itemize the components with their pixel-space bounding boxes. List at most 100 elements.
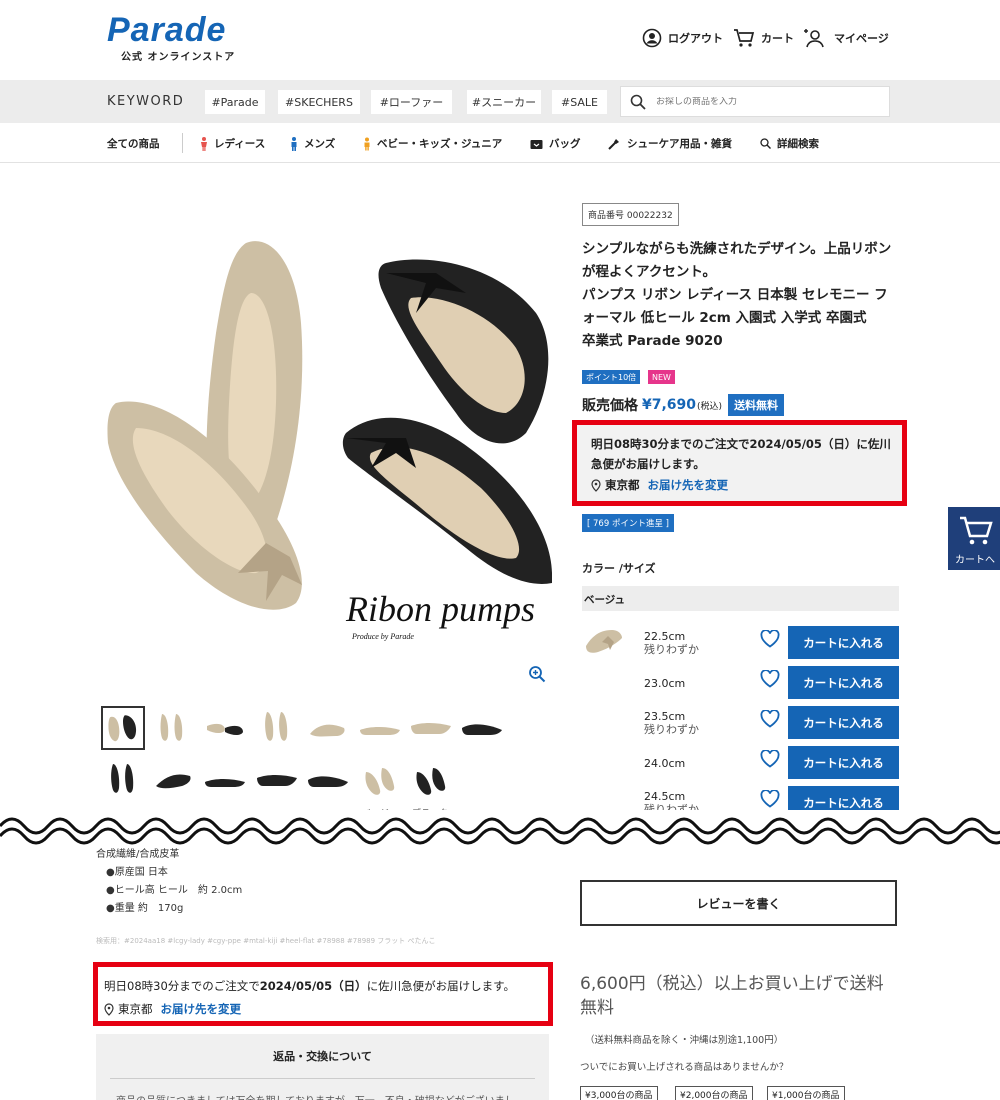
location-pin-icon <box>591 478 601 492</box>
thumbnail[interactable] <box>409 758 453 802</box>
thumbnail[interactable] <box>358 758 402 802</box>
size-info: 22.5cm 残りわずか <box>644 630 699 656</box>
keyword-tag[interactable]: #Parade <box>205 90 265 114</box>
returns-divider <box>110 1078 535 1079</box>
image-produce: Produce by Parade <box>351 632 414 641</box>
nav-bag[interactable]: バッグ <box>530 136 581 151</box>
spec-heel: ●ヒール高 ヒール 約 2.0cm <box>106 885 243 896</box>
search-box <box>620 86 890 117</box>
thumbnail[interactable] <box>152 706 196 750</box>
size-row: 22.5cm 残りわずか カートに入れる <box>582 626 899 662</box>
thumbnail[interactable] <box>460 706 504 750</box>
title-line: 卒業式 Parade 9020 <box>582 333 723 349</box>
add-to-cart-button[interactable]: カートに入れる <box>788 746 899 779</box>
size-row: 23.0cm カートに入れる <box>582 666 899 702</box>
thumbnail[interactable] <box>255 706 299 750</box>
thumbnail[interactable] <box>306 706 350 750</box>
price-range-tag[interactable]: ¥3,000台の商品 <box>580 1086 658 1100</box>
nav-detail-search[interactable]: 詳細検索 <box>760 136 819 151</box>
thumbnail[interactable] <box>306 758 350 802</box>
male-icon <box>291 136 297 151</box>
spec-weight: ●重量 約 170g <box>106 903 184 914</box>
size-value: 22.5cm <box>644 630 686 643</box>
search-tags: 検索用：#2024aa18 #lcgy-lady #cgy-ppe #mtal-… <box>96 937 436 945</box>
size-row: 23.5cm 残りわずか カートに入れる <box>582 706 899 742</box>
site-logo[interactable]: Parade 公式 オンラインストア <box>107 12 235 63</box>
thumbnail[interactable] <box>203 758 247 802</box>
nav-mens-label: メンズ <box>304 138 336 150</box>
product-main-image[interactable]: Ribon pumps Produce by Parade <box>96 203 552 695</box>
add-to-cart-button[interactable]: カートに入れる <box>788 626 899 659</box>
add-to-cart-button[interactable]: カートに入れる <box>788 666 899 699</box>
child-icon <box>364 137 370 150</box>
price-range-tag[interactable]: ¥2,000台の商品 <box>675 1086 753 1100</box>
thumbnail[interactable] <box>101 758 145 802</box>
change-address-link[interactable]: お届け先を変更 <box>161 1001 242 1017</box>
heart-icon[interactable] <box>760 670 780 688</box>
nav-shoe-care[interactable]: シューケア用品・雑貨 <box>607 136 732 151</box>
nav-bag-label: バッグ <box>549 138 581 150</box>
price-range-tag[interactable]: ¥1,000台の商品 <box>767 1086 845 1100</box>
new-badge: NEW <box>648 370 675 384</box>
logout-link[interactable]: ログアウト <box>642 28 723 48</box>
search-icon[interactable] <box>630 94 646 110</box>
page-break-divider <box>0 810 1000 850</box>
size-info: 23.0cm <box>644 677 685 690</box>
nav-ladies[interactable]: レディース <box>200 136 265 151</box>
spec-material: 合成繊維/合成皮革 <box>96 849 180 860</box>
delivery-prefix: 明日08時30分までのご注文で <box>104 979 260 993</box>
size-row: 24.0cm カートに入れる <box>582 746 899 782</box>
size-info: 24.0cm <box>644 757 685 770</box>
delivery-text: 明日08時30分までのご注文で2024/05/05（日）に佐川急便がお届けします… <box>591 437 891 471</box>
heart-icon[interactable] <box>760 710 780 728</box>
change-address-link[interactable]: お届け先を変更 <box>648 477 729 493</box>
thumbnail[interactable] <box>358 706 402 750</box>
heart-icon[interactable] <box>760 750 780 768</box>
keyword-bar: KEYWORD #Parade #SKECHERS #ローファー #スニーカー … <box>0 80 1000 123</box>
heart-icon[interactable] <box>760 630 780 648</box>
shipping-exception-note: （送料無料商品を除く・沖縄は別途1,100円） <box>585 1035 784 1046</box>
thumbnail[interactable] <box>255 758 299 802</box>
returns-section: 返品・交換について 商品の品質につきましては万全を期しておりますが、万一、不良・… <box>96 1034 549 1100</box>
tax-note: (税込) <box>697 401 723 412</box>
nav-all-products[interactable]: 全ての商品 <box>107 136 160 151</box>
size-value: 23.5cm <box>644 710 686 723</box>
color-size-label: カラー /サイズ <box>582 562 656 575</box>
keyword-tag[interactable]: #SALE <box>552 90 607 114</box>
female-icon <box>201 136 207 151</box>
nav-mens[interactable]: メンズ <box>290 136 335 151</box>
title-line: パンプス リボン レディース 日本製 セレモニー フ <box>582 287 888 303</box>
size-value: 24.0cm <box>644 757 686 770</box>
nav-kids[interactable]: ベビー・キッズ・ジュニア <box>363 136 502 151</box>
mypage-link[interactable]: マイページ <box>804 28 889 48</box>
points-gift-badge: [ 769 ポイント進呈 ] <box>582 514 674 532</box>
cart-link[interactable]: カート <box>733 28 794 48</box>
shipping-threshold-note: 6,600円（税込）以上お買い上げで送料無料 <box>580 974 884 1018</box>
nav-all-label: 全ての商品 <box>107 138 160 150</box>
points-badge: ポイント10倍 <box>582 370 641 384</box>
delivery-prefecture: 東京都 <box>118 1002 153 1016</box>
heart-icon[interactable] <box>760 790 780 808</box>
delivery-location-lower: 東京都 お届け先を変更 <box>104 1001 241 1017</box>
location-pin-icon <box>104 1002 114 1016</box>
user-plus-icon <box>804 29 824 48</box>
search-input[interactable] <box>656 96 876 107</box>
price-row: 販売価格 ¥7,690 (税込) 送料無料 <box>582 394 785 416</box>
thumbnail[interactable] <box>152 758 196 802</box>
returns-text: 商品の品質につきましては万全を期しておりますが、万一、不良・破損などがございまし <box>116 1092 515 1100</box>
thumbnail[interactable] <box>101 706 145 750</box>
floating-cart-button[interactable]: カートへ <box>948 507 1000 570</box>
zoom-icon[interactable] <box>528 665 546 683</box>
write-review-button[interactable]: レビューを書く <box>580 880 897 926</box>
keyword-tag[interactable]: #スニーカー <box>467 90 541 114</box>
logout-label: ログアウト <box>668 32 723 45</box>
keyword-tag[interactable]: #SKECHERS <box>278 90 360 114</box>
title-line: ォーマル 低ヒール 2cm 入園式 入学式 卒園式 <box>582 310 867 326</box>
free-shipping-badge: 送料無料 <box>728 394 785 416</box>
keyword-tag[interactable]: #ローファー <box>371 90 452 114</box>
keyword-title: KEYWORD <box>107 94 185 109</box>
thumbnail[interactable] <box>409 706 453 750</box>
thumbnail[interactable] <box>203 706 247 750</box>
price-label: 販売価格 <box>582 398 638 414</box>
add-to-cart-button[interactable]: カートに入れる <box>788 706 899 739</box>
